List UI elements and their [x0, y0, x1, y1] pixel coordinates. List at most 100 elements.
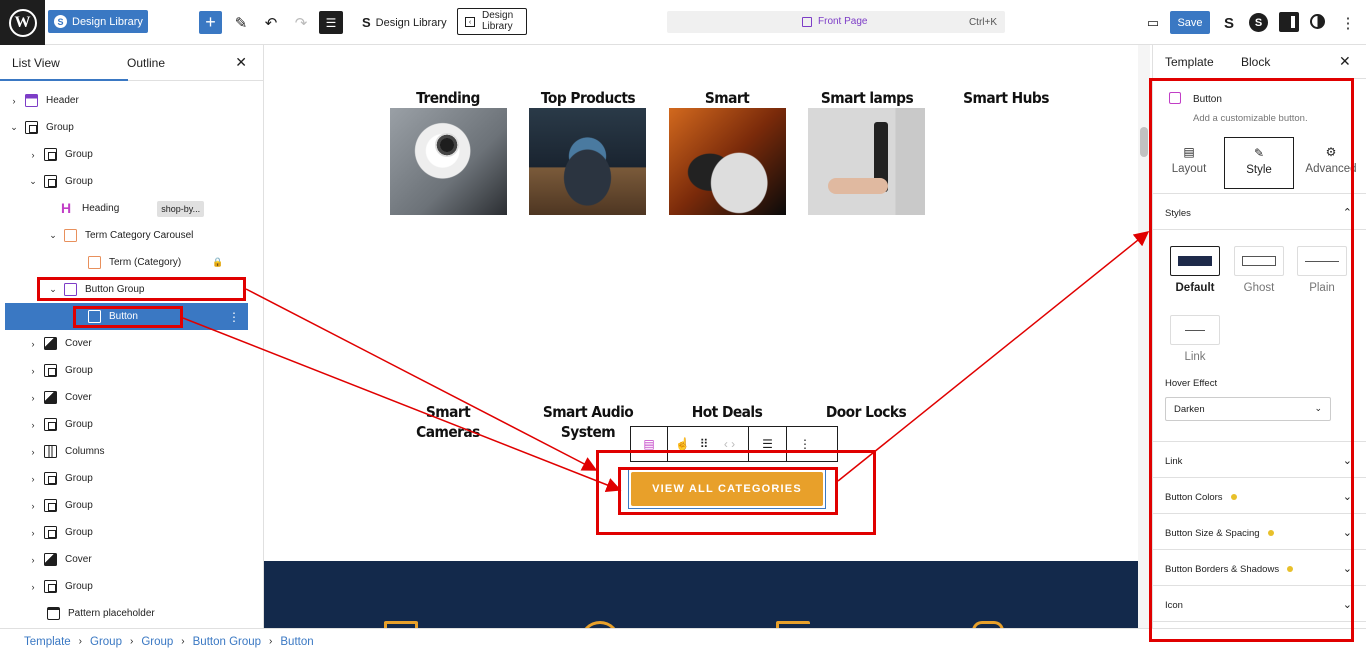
hover-effect-select[interactable]: Darken ⌄ [1165, 397, 1331, 421]
list-item[interactable]: › Group [0, 411, 263, 438]
scroll-thumb[interactable] [1140, 127, 1148, 157]
style-default[interactable]: Default [1170, 246, 1220, 294]
category-image-camera[interactable] [390, 108, 507, 215]
design-library-box-line1: Design [482, 10, 514, 21]
align-icon[interactable]: ☰ [749, 427, 787, 461]
cover-icon [44, 337, 57, 350]
list-item[interactable]: › Group [0, 141, 263, 168]
wordpress-logo-icon[interactable]: W [0, 0, 45, 45]
tab-layout[interactable]: ▤ Layout [1156, 137, 1222, 189]
category-title[interactable]: Door Locks [820, 402, 912, 422]
breadcrumb-item[interactable]: Button Group [193, 636, 261, 648]
tab-style[interactable]: ✎ Style [1224, 137, 1294, 189]
tab-outline[interactable]: Outline [127, 56, 165, 70]
list-item[interactable]: ⌄ Button Group [0, 276, 263, 303]
undo-icon[interactable]: ↶ [260, 12, 282, 34]
category-image-doorlock[interactable] [808, 108, 925, 215]
item-label: Group [65, 365, 93, 376]
style-label: Default [1175, 282, 1215, 294]
list-item[interactable]: › Group [0, 465, 263, 492]
contrast-icon[interactable] [1310, 14, 1325, 29]
breadcrumb-item[interactable]: Group [90, 636, 122, 648]
add-block-button[interactable]: + [199, 11, 222, 34]
breadcrumb-separator: › [181, 636, 185, 647]
list-item[interactable]: Term (Category) 🔒 [0, 249, 263, 276]
design-library-button[interactable]: S Design Library [48, 10, 148, 33]
list-item[interactable]: › Cover [0, 384, 263, 411]
more-options-icon[interactable]: ⋮ [787, 427, 823, 461]
tab-label: Advanced [1305, 163, 1357, 175]
list-item[interactable]: › Columns [0, 438, 263, 465]
category-image-laptop[interactable] [669, 108, 786, 215]
feature-icon-1 [384, 621, 418, 628]
options-icon[interactable]: ⋮ [228, 310, 240, 324]
styles-section-header[interactable]: Styles ⌃ [1153, 194, 1366, 230]
stackable-icon: S [362, 15, 371, 30]
close-icon[interactable]: ✕ [235, 54, 247, 71]
design-library-link[interactable]: S Design Library [362, 15, 447, 30]
list-item-selected[interactable]: Button ⋮ [5, 303, 248, 330]
pencil-icon[interactable]: ✎ [230, 12, 252, 34]
category-title[interactable]: Smart Hubs [958, 88, 1054, 108]
move-arrows-icon[interactable]: ‹ › [711, 427, 749, 461]
view-all-categories-button[interactable]: VIEW ALL CATEGORIES [631, 472, 823, 506]
canvas-scrollbar[interactable] [1138, 45, 1150, 628]
button-colors-section-header[interactable]: Button Colors ⌄ [1153, 478, 1366, 514]
tab-block[interactable]: Block [1241, 55, 1270, 69]
category-image-speaker[interactable] [529, 108, 646, 215]
features-band[interactable] [264, 561, 1138, 628]
options-icon[interactable]: ⋮ [1337, 12, 1359, 34]
link-section-header[interactable]: Link ⌄ [1153, 442, 1366, 478]
stackable-icon: S [54, 15, 67, 28]
style-plain[interactable]: Plain [1297, 246, 1347, 294]
list-item[interactable]: ⌄ Group [0, 114, 263, 141]
save-button[interactable]: Save [1170, 11, 1210, 34]
view-icon[interactable]: ▭ [1142, 12, 1164, 34]
item-label: Group [65, 473, 93, 484]
button-icon [88, 310, 101, 323]
command-palette[interactable]: Front Page Ctrl+K [667, 11, 1005, 33]
list-item[interactable]: › Group [0, 573, 263, 600]
breadcrumb-item[interactable]: Group [141, 636, 173, 648]
tab-list-view[interactable]: List View [0, 56, 128, 81]
button-size-section-header[interactable]: Button Size & Spacing ⌄ [1153, 514, 1366, 550]
button-group-parent-icon[interactable]: ▤ [631, 427, 668, 461]
list-item[interactable]: › Cover [0, 546, 263, 573]
list-view-toggle-icon[interactable]: ☰ [319, 11, 343, 34]
button-block-icon[interactable]: ☝ [668, 427, 697, 461]
stackable-icon[interactable]: S [1218, 12, 1240, 34]
category-title[interactable]: Top Products [534, 88, 643, 108]
settings-sidebar-icon[interactable] [1279, 12, 1299, 32]
style-ghost[interactable]: Ghost [1234, 246, 1284, 294]
category-title[interactable]: Trending [404, 88, 492, 108]
list-item[interactable]: › Group [0, 357, 263, 384]
icon-section-header[interactable]: Icon ⌄ [1153, 586, 1366, 622]
list-item[interactable]: › Header [0, 87, 263, 114]
list-item[interactable]: › Group [0, 492, 263, 519]
group-icon [44, 472, 57, 485]
list-item[interactable]: ⌄ Term Category Carousel [0, 222, 263, 249]
redo-icon[interactable]: ↷ [290, 12, 312, 34]
breadcrumb-current: Button [280, 635, 314, 648]
item-label: Heading [82, 203, 120, 214]
list-item[interactable]: › Group [0, 519, 263, 546]
list-item[interactable]: Pattern placeholder [0, 600, 263, 627]
list-item[interactable]: ⌄ Group [0, 168, 263, 195]
list-item[interactable]: › Cover [0, 330, 263, 357]
editor-canvas[interactable]: Trending Top Products Smart Machines Sma… [264, 45, 1138, 628]
breadcrumb-item[interactable]: Template [24, 636, 71, 648]
design-library-box-button[interactable]: ‹ Design Library [457, 8, 527, 35]
category-title[interactable]: Smart Audio System [539, 402, 637, 442]
close-icon[interactable]: ✕ [1339, 53, 1351, 70]
button-borders-section-header[interactable]: Button Borders & Shadows ⌄ [1153, 550, 1366, 586]
drag-handle-icon[interactable]: ⠿ [697, 427, 711, 461]
stackable-round-icon[interactable]: S [1249, 13, 1268, 32]
tab-template[interactable]: Template [1165, 55, 1214, 69]
tab-advanced[interactable]: ⚙ Advanced [1298, 137, 1364, 189]
shortcut-hint: Ctrl+K [968, 17, 997, 28]
list-item[interactable]: H Heading shop-by... [0, 195, 263, 222]
category-title[interactable]: Smart lamps [815, 88, 920, 108]
category-title[interactable]: Hot Deals [686, 402, 769, 422]
category-title[interactable]: Smart Cameras [395, 402, 502, 442]
style-link[interactable]: Link [1170, 315, 1220, 363]
